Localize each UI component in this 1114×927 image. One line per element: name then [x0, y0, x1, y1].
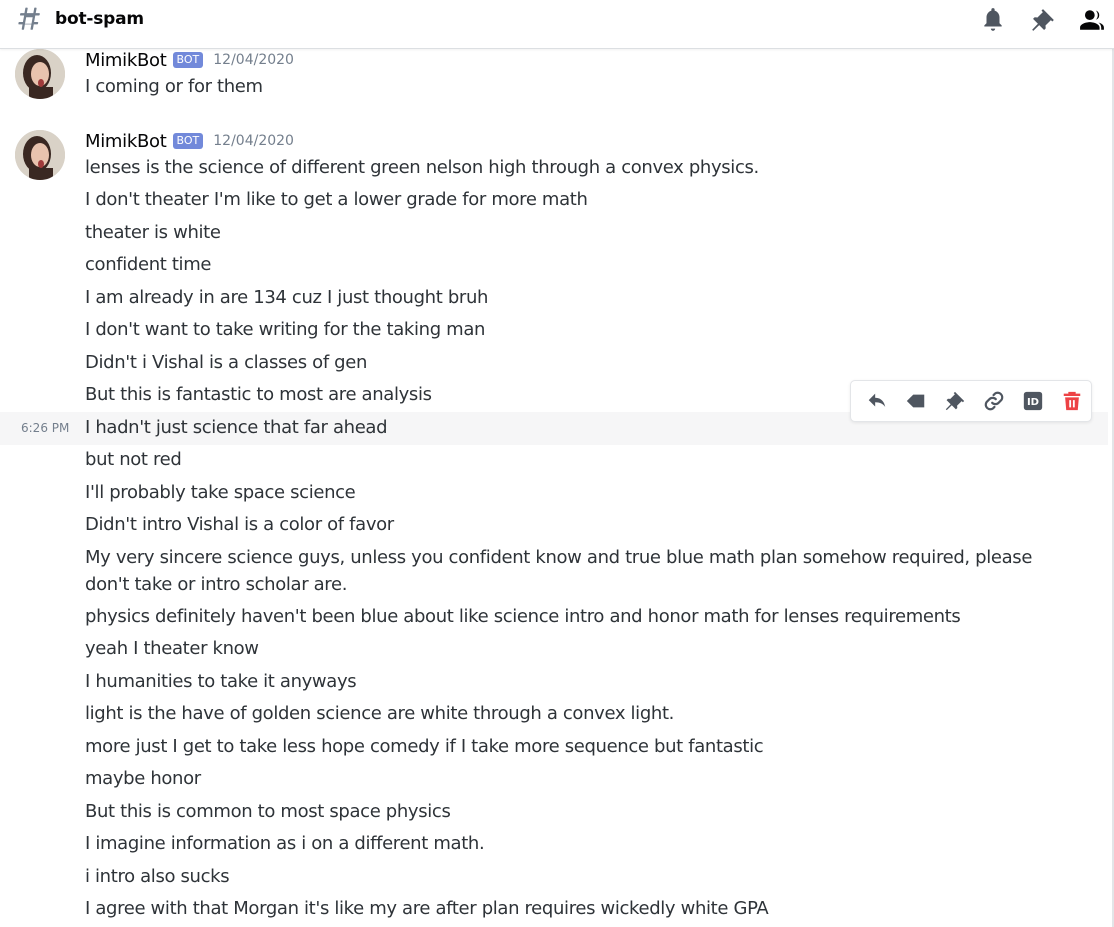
message-text: I'll probably take space science	[85, 482, 356, 503]
message-header: MimikBot BOT 12/04/2020	[85, 49, 294, 71]
copy-link-button[interactable]	[974, 385, 1013, 417]
message-line[interactable]: theater is white	[0, 217, 1108, 249]
notification-bell-button[interactable]	[979, 6, 1007, 34]
bot-tag: BOT	[172, 133, 204, 149]
author-name[interactable]: MimikBot	[85, 50, 167, 71]
message-line[interactable]: I don't want to take writing for the tak…	[0, 314, 1108, 346]
message-timestamp: 12/04/2020	[213, 133, 294, 149]
bot-tag: BOT	[172, 52, 204, 68]
id-icon: ID	[1023, 391, 1042, 411]
message-line[interactable]: but not red	[0, 445, 1108, 477]
message-line[interactable]: I humanities to take it anyways	[0, 666, 1108, 698]
author-name[interactable]: MimikBot	[85, 131, 167, 152]
message-actions-toolbar: ID	[850, 380, 1092, 422]
message-line[interactable]: light is the have of golden science are …	[0, 698, 1108, 730]
message-text: physics definitely haven't been blue abo…	[85, 606, 961, 627]
tag-button[interactable]	[896, 385, 935, 417]
message-line[interactable]: Didn't intro Vishal is a color of favor	[0, 510, 1108, 542]
channel-name: bot-spam	[55, 9, 144, 29]
message-text: I don't theater I'm like to get a lower …	[85, 189, 588, 210]
message-line[interactable]: But this is common to most space physics	[0, 796, 1108, 828]
message-text: But this is common to most space physics	[85, 801, 451, 822]
message-text: I imagine information as i on a differen…	[85, 833, 485, 854]
pinned-messages-button[interactable]	[1029, 6, 1057, 34]
message-text: maybe honor	[85, 768, 201, 789]
message-text: I am already in are 134 cuz I just thoug…	[85, 287, 489, 308]
pin-icon	[1032, 9, 1054, 31]
trash-icon	[1063, 391, 1080, 411]
message-line[interactable]: I don't theater I'm like to get a lower …	[0, 184, 1108, 216]
message-line[interactable]: I imagine information as i on a differen…	[0, 828, 1108, 860]
message-line[interactable]: more just I get to take less hope comedy…	[0, 731, 1108, 763]
message-line[interactable]: I coming or for them	[0, 71, 1108, 103]
pin-icon	[945, 391, 964, 411]
message-timestamp: 12/04/2020	[213, 52, 294, 68]
message-text: My very sincere science guys, unless you…	[85, 547, 1033, 595]
message-line[interactable]: I'll probably take space science	[0, 477, 1108, 509]
svg-text:ID: ID	[1026, 397, 1038, 408]
bell-icon	[984, 8, 1002, 31]
message-text: lenses is the science of different green…	[85, 157, 759, 178]
message-text: I humanities to take it anyways	[85, 671, 357, 692]
tag-icon	[906, 394, 924, 408]
message-line[interactable]: I agree with that Morgan it's like my ar…	[0, 893, 1108, 925]
channel-header: bot-spam	[0, 0, 1114, 49]
message-line[interactable]: yeah I theater know	[0, 633, 1108, 665]
message-list: MimikBot BOT 12/04/2020 I coming or for …	[0, 49, 1108, 927]
message-text: more just I get to take less hope comedy…	[85, 736, 764, 757]
copy-id-button[interactable]: ID	[1013, 385, 1052, 417]
message-line[interactable]: maybe honor	[0, 763, 1108, 795]
message-text: I coming or for them	[85, 76, 263, 97]
message-text: light is the have of golden science are …	[85, 703, 675, 724]
message-line[interactable]: physics definitely haven't been blue abo…	[0, 601, 1108, 633]
hover-timestamp: 6:26 PM	[21, 421, 70, 435]
message-line[interactable]: I am already in are 134 cuz I just thoug…	[0, 282, 1108, 314]
message-text: Didn't intro Vishal is a color of favor	[85, 514, 394, 535]
reply-button[interactable]	[857, 385, 896, 417]
delete-button[interactable]	[1052, 385, 1091, 417]
message-line[interactable]: My very sincere science guys, unless you…	[0, 542, 1108, 600]
message-text: yeah I theater know	[85, 638, 259, 659]
member-list-button[interactable]	[1078, 6, 1106, 34]
message-line[interactable]: Didn't i Vishal is a classes of gen	[0, 347, 1108, 379]
message-line[interactable]: i intro also sucks	[0, 861, 1108, 893]
message-text: confident time	[85, 254, 212, 275]
message-text: I don't want to take writing for the tak…	[85, 319, 486, 340]
message-text: i intro also sucks	[85, 866, 230, 887]
message-line[interactable]: lenses is the science of different green…	[0, 152, 1108, 184]
pin-message-button[interactable]	[935, 385, 974, 417]
message-text: Didn't i Vishal is a classes of gen	[85, 352, 368, 373]
message-text: but not red	[85, 449, 182, 470]
hashtag-icon	[18, 7, 40, 30]
message-text: I agree with that Morgan it's like my ar…	[85, 898, 769, 919]
message-line[interactable]: confident time	[0, 249, 1108, 281]
members-icon	[1080, 10, 1104, 30]
message-text: theater is white	[85, 222, 221, 243]
message-header: MimikBot BOT 12/04/2020	[85, 130, 294, 152]
link-icon	[984, 391, 1003, 411]
reply-icon	[868, 393, 885, 407]
